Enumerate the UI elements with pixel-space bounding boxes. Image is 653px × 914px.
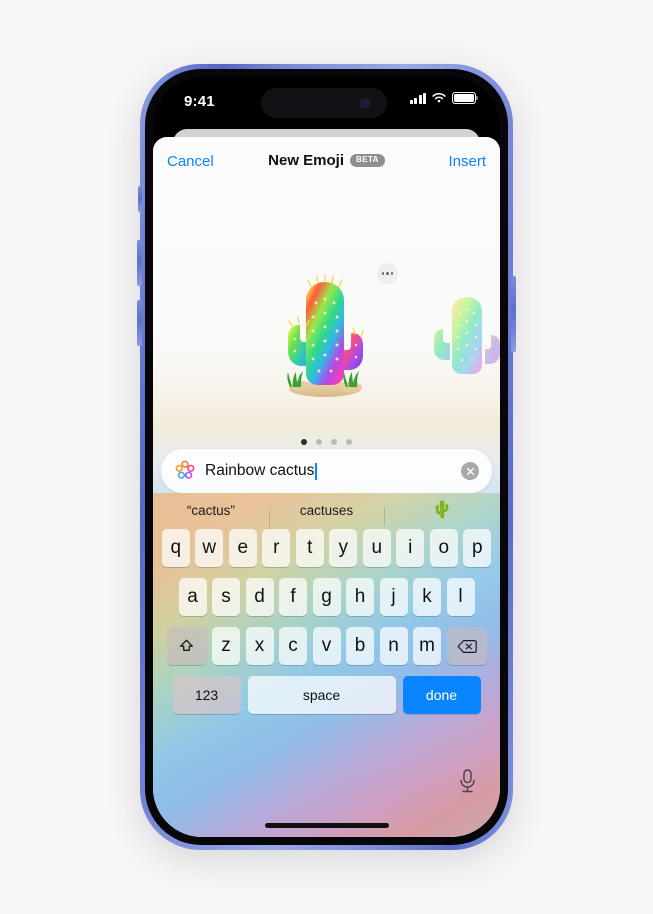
- key-a[interactable]: a: [178, 578, 207, 616]
- key-y[interactable]: y: [329, 529, 358, 567]
- key-i[interactable]: i: [396, 529, 425, 567]
- suggestion-1[interactable]: “cactus”: [153, 503, 269, 518]
- keyboard-rows: q w e r t y u i o p a s d f g h j k l z …: [153, 529, 500, 725]
- backspace-icon[interactable]: [446, 627, 487, 665]
- front-camera-icon: [360, 98, 370, 108]
- volume-up-button[interactable]: [137, 240, 142, 286]
- key-v[interactable]: v: [312, 627, 341, 665]
- key-w[interactable]: w: [195, 529, 224, 567]
- predictive-text-bar: “cactus” cactuses 🌵: [153, 493, 500, 529]
- key-u[interactable]: u: [362, 529, 391, 567]
- home-indicator[interactable]: [264, 823, 389, 828]
- key-x[interactable]: x: [245, 627, 274, 665]
- key-d[interactable]: d: [245, 578, 274, 616]
- prompt-input-field[interactable]: Rainbow cactus: [161, 449, 492, 493]
- clear-circle-icon[interactable]: [461, 462, 479, 480]
- volume-down-button[interactable]: [137, 300, 142, 346]
- page-dot-2[interactable]: [316, 439, 322, 445]
- key-z[interactable]: z: [212, 627, 240, 665]
- wifi-icon: [432, 93, 446, 103]
- shift-arrow-icon[interactable]: [166, 627, 207, 665]
- carousel-page-indicator[interactable]: [153, 439, 500, 445]
- insert-button[interactable]: Insert: [448, 153, 486, 170]
- power-button[interactable]: [511, 276, 516, 352]
- text-caret: [315, 462, 318, 480]
- key-r[interactable]: r: [262, 529, 291, 567]
- status-bar-indicators: [409, 92, 478, 104]
- keyboard-row-4: 123 space done: [153, 676, 500, 714]
- status-bar: 9:41: [153, 77, 500, 131]
- rainbow-cactus-emoji-variant[interactable]: [421, 287, 500, 383]
- key-s[interactable]: s: [212, 578, 240, 616]
- space-key[interactable]: space: [247, 676, 396, 714]
- cellular-signal-icon: [409, 92, 426, 104]
- key-m[interactable]: m: [413, 627, 441, 665]
- key-j[interactable]: j: [379, 578, 408, 616]
- microphone-icon[interactable]: [457, 768, 478, 795]
- keyboard-row-1: q w e r t y u i o p: [153, 529, 500, 567]
- battery-icon: [452, 92, 478, 104]
- key-k[interactable]: k: [413, 578, 441, 616]
- page-dot-1[interactable]: [301, 439, 307, 445]
- key-g[interactable]: g: [312, 578, 341, 616]
- page-dot-4[interactable]: [346, 439, 352, 445]
- new-emoji-sheet: Cancel New Emoji BETA Insert Rainbow cac…: [153, 137, 500, 837]
- key-t[interactable]: t: [295, 529, 324, 567]
- key-n[interactable]: n: [379, 627, 408, 665]
- key-o[interactable]: o: [429, 529, 458, 567]
- done-key[interactable]: done: [402, 676, 481, 714]
- phone-screen: 9:41 Cancel New Emoji BETA Insert Rainbo…: [153, 77, 500, 837]
- prompt-input-value: Rainbow cactus: [205, 462, 315, 479]
- prompt-field-zone: Rainbow cactus: [153, 449, 500, 493]
- key-c[interactable]: c: [279, 627, 307, 665]
- sheet-navbar: Cancel New Emoji BETA Insert: [153, 137, 500, 189]
- apple-intelligence-genmoji-icon: [175, 460, 195, 479]
- key-e[interactable]: e: [228, 529, 257, 567]
- keyboard-row-2: a s d f g h j k l: [153, 578, 500, 616]
- key-f[interactable]: f: [279, 578, 307, 616]
- rainbow-cactus-emoji[interactable]: [263, 265, 388, 400]
- suggestion-2[interactable]: cactuses: [268, 503, 385, 529]
- page-title: New Emoji: [268, 152, 345, 169]
- key-b[interactable]: b: [346, 627, 374, 665]
- keyboard: “cactus” cactuses 🌵 q w e r t y u i o p …: [153, 493, 500, 837]
- status-bar-time: 9:41: [184, 93, 215, 110]
- numbers-key[interactable]: 123: [172, 676, 241, 714]
- silent-switch[interactable]: [138, 186, 142, 212]
- page-dot-3[interactable]: [331, 439, 337, 445]
- key-p[interactable]: p: [463, 529, 492, 567]
- beta-badge: BETA: [350, 154, 385, 167]
- keyboard-row-3: z x c v b n m: [153, 627, 500, 665]
- suggestion-3[interactable]: 🌵: [384, 500, 500, 526]
- key-q[interactable]: q: [161, 529, 190, 567]
- screenshot-stage: 9:41 Cancel New Emoji BETA Insert Rainbo…: [0, 0, 653, 914]
- key-h[interactable]: h: [346, 578, 374, 616]
- key-l[interactable]: l: [446, 578, 475, 616]
